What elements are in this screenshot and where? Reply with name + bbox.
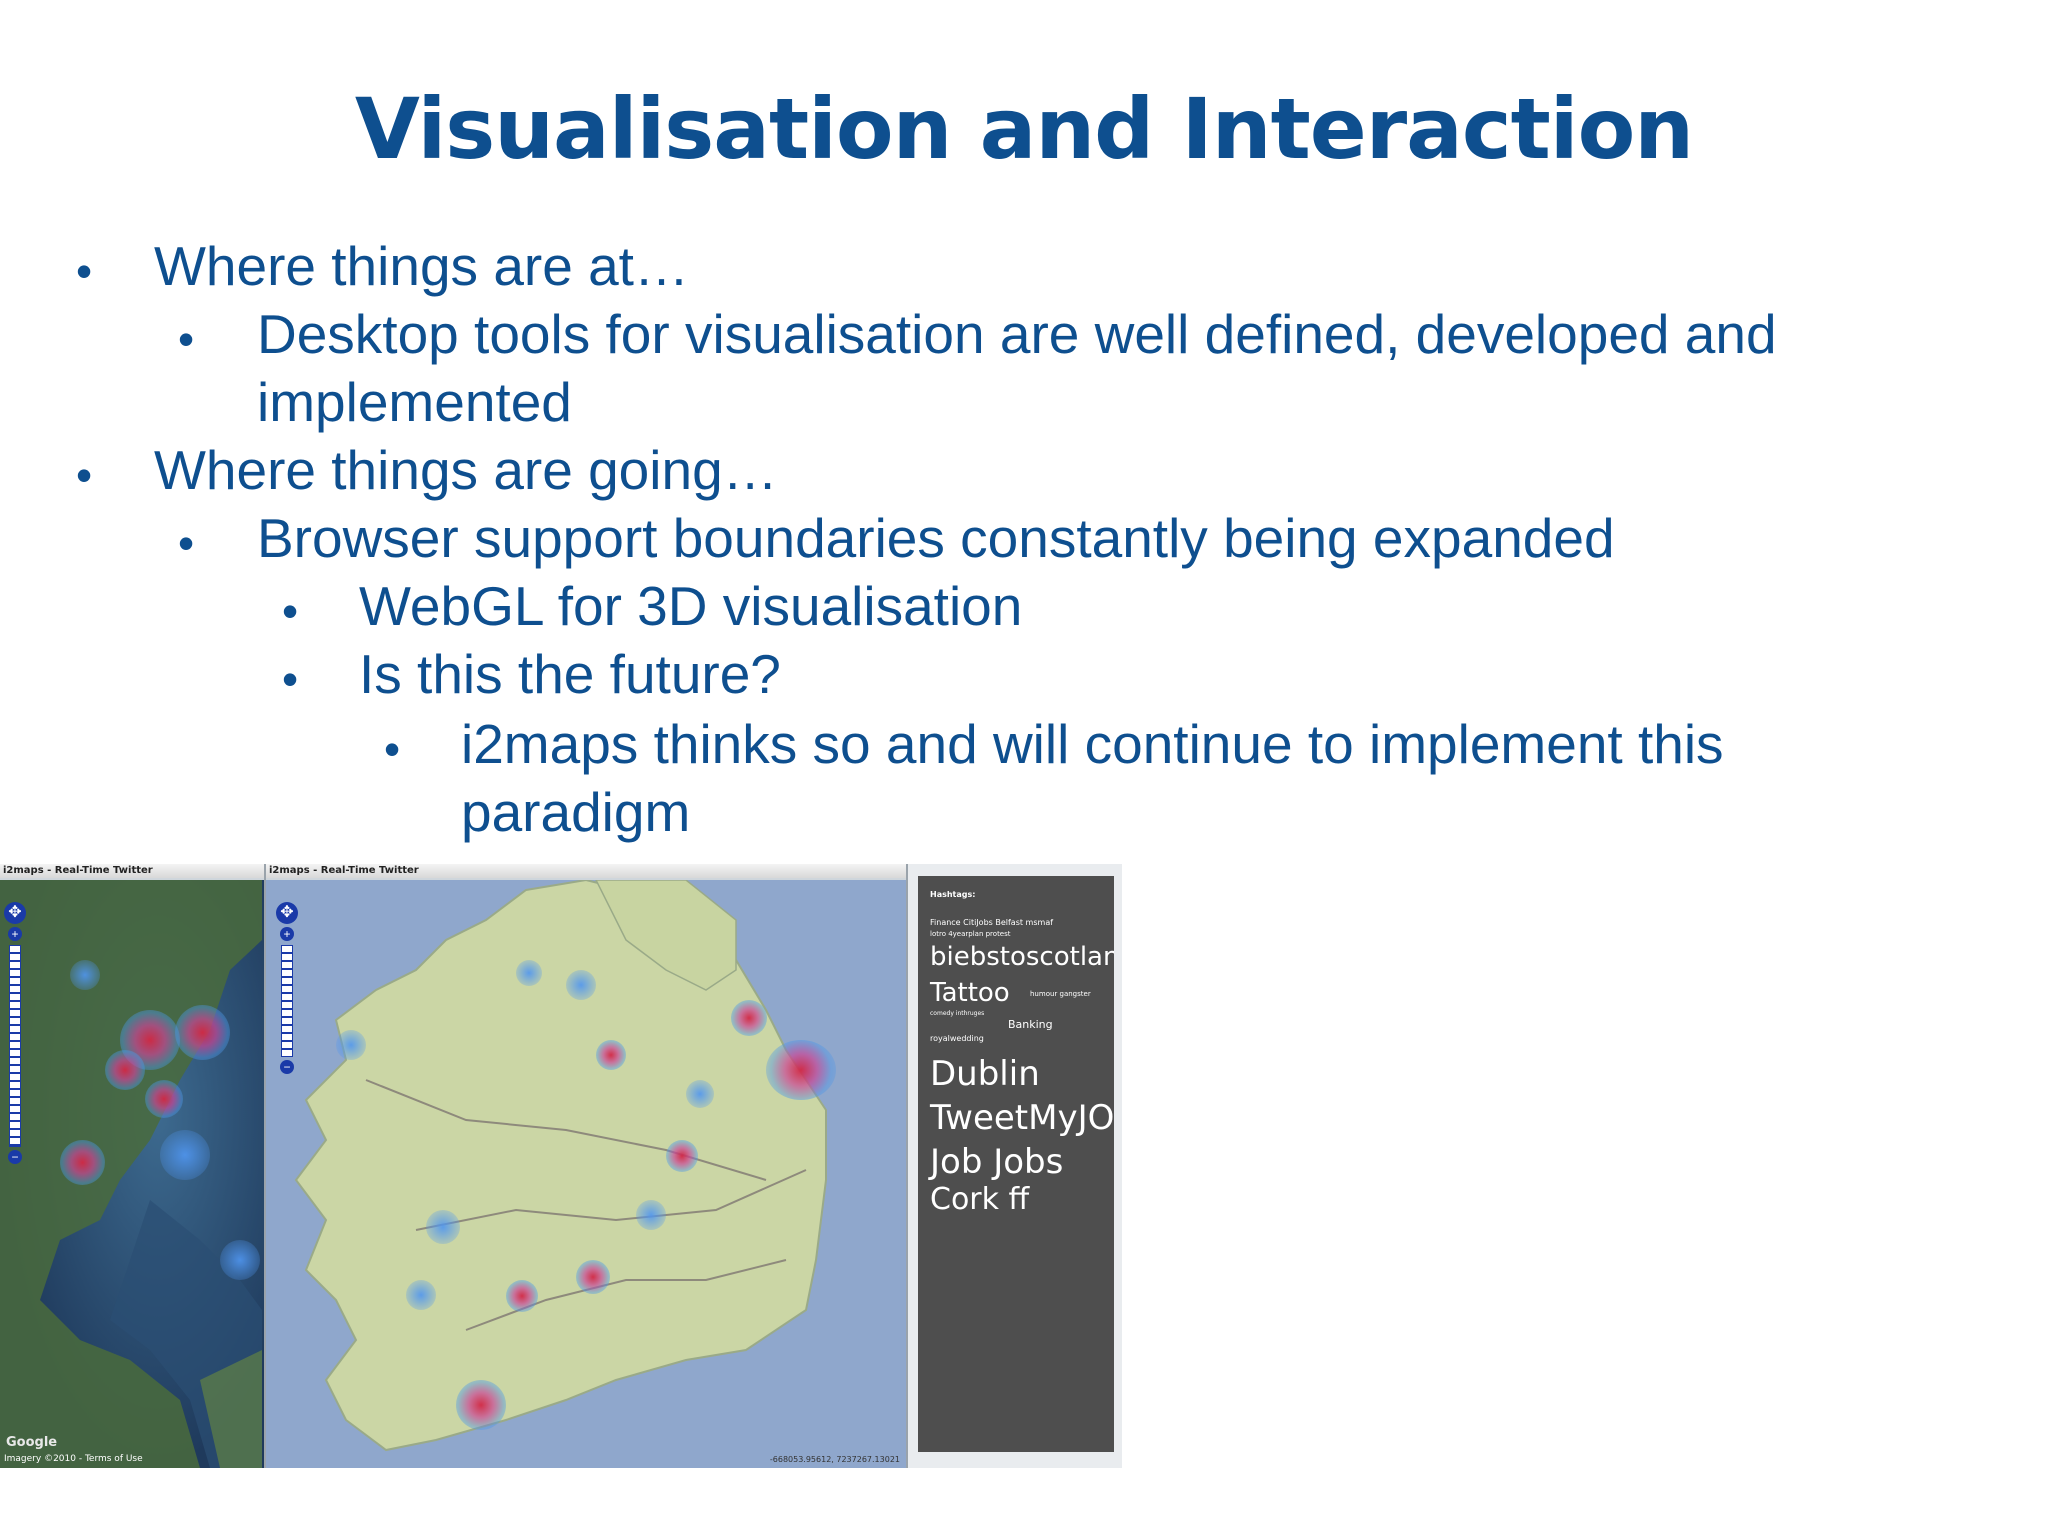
window-title: i2maps - Real-Time Twitter (0, 864, 264, 878)
heat-spot (220, 1240, 260, 1280)
window-title: i2maps - Real-Time Twitter (266, 864, 906, 878)
hashtag-cloud-panel: Hashtags: Finance CitiJobs Belfast msmaf… (918, 876, 1114, 1452)
heat-spot (70, 960, 100, 990)
hashtag-line: royalwedding (930, 1034, 984, 1043)
heat-spot (60, 1140, 105, 1185)
zoom-out-icon[interactable]: − (280, 1060, 294, 1074)
hashtag-banking[interactable]: Banking (1008, 1018, 1053, 1031)
bullet-dot: • (282, 585, 299, 637)
heat-spot (636, 1200, 666, 1230)
heat-spot-cork (456, 1380, 506, 1430)
pan-control-icon[interactable]: ✥ (276, 902, 298, 924)
bullet-dot: • (282, 653, 299, 705)
hashtag-tweetmyjobs[interactable]: TweetMyJOBS (930, 1098, 1114, 1138)
bullet-l4-continuation: paradigm (461, 781, 691, 843)
heat-spot (516, 960, 542, 986)
land-shapes (0, 880, 262, 1468)
google-logo: Google (6, 1435, 58, 1450)
hashtag-biebstoscotland[interactable]: biebstoscotland (930, 942, 1114, 972)
bullet-l4: i2maps thinks so and will continue to im… (461, 713, 1724, 775)
bullet-dot: • (178, 313, 195, 365)
zoom-control: ✥ + − (4, 902, 26, 1167)
bullet-dot: • (76, 449, 93, 501)
embedded-screenshot: i2maps - Real-Time Twitter ✥ + − Google … (0, 864, 1122, 1468)
ireland-landmass (294, 880, 827, 1452)
bullet-l3: WebGL for 3D visualisation (359, 575, 1023, 637)
bullet-l2: Desktop tools for visualisation are well… (257, 303, 1777, 365)
hashtag-line: humour gangster (1030, 990, 1091, 998)
hashtag-cork-ff[interactable]: Cork ff (930, 1182, 1029, 1217)
bullet-dot: • (76, 245, 93, 297)
heat-spot (160, 1130, 210, 1180)
hashtags-heading: Hashtags: (930, 890, 976, 899)
bullet-l2-continuation: implemented (257, 371, 572, 433)
hashtag-tattoo[interactable]: Tattoo (930, 978, 1010, 1008)
heat-spot (105, 1050, 145, 1090)
heat-spot (506, 1280, 538, 1312)
heat-spot (175, 1005, 230, 1060)
hashtag-line: comedy inthruges (930, 1010, 985, 1017)
map-window-ireland: i2maps - Real-Time Twitter ✥ + − -668053… (266, 864, 908, 1468)
map-coordinates: -668053.95612, 7237267.13021 (769, 1455, 900, 1464)
bullet-l3: Is this the future? (359, 643, 781, 705)
bullet-l1: Where things are at… (154, 235, 689, 297)
zoom-in-icon[interactable]: + (8, 927, 22, 941)
heat-spot (566, 970, 596, 1000)
heat-spot (336, 1030, 366, 1060)
hashtag-line: lotro 4yearplan protest (930, 930, 1011, 938)
heat-spot-dublin (766, 1040, 836, 1100)
hashtag-dublin[interactable]: Dublin (930, 1054, 1040, 1094)
bullet-dot: • (178, 517, 195, 569)
heat-spot (576, 1260, 610, 1294)
heat-spot (666, 1140, 698, 1172)
imagery-credit[interactable]: Imagery ©2010 - Terms of Use (4, 1454, 143, 1464)
slide: Visualisation and Interaction • Where th… (0, 0, 2048, 1536)
heat-spot (596, 1040, 626, 1070)
zoom-slider[interactable] (281, 945, 293, 1057)
bullet-l1: Where things are going… (154, 439, 778, 501)
zoom-slider[interactable] (9, 945, 21, 1147)
heat-spot (426, 1210, 460, 1244)
map-window-americas: i2maps - Real-Time Twitter ✥ + − Google … (0, 864, 266, 1468)
heat-spot (145, 1080, 183, 1118)
heat-spot (731, 1000, 767, 1036)
heat-spot (686, 1080, 714, 1108)
heat-spot (406, 1280, 436, 1310)
terrain-map[interactable]: ✥ + − -668053.95612, 7237267.13021 (266, 880, 906, 1468)
slide-title: Visualisation and Interaction (354, 80, 1694, 178)
zoom-in-icon[interactable]: + (280, 927, 294, 941)
bullet-dot: • (384, 723, 401, 775)
zoom-out-icon[interactable]: − (8, 1150, 22, 1164)
hashtag-line: Finance CitiJobs Belfast msmaf (930, 918, 1054, 927)
zoom-control: ✥ + − (276, 902, 298, 1077)
bullet-l2: Browser support boundaries constantly be… (257, 507, 1615, 569)
hashtag-job-jobs[interactable]: Job Jobs (930, 1142, 1063, 1182)
pan-control-icon[interactable]: ✥ (4, 902, 26, 924)
satellite-map[interactable]: ✥ + − Google Imagery ©2010 - Terms of Us… (0, 880, 264, 1468)
